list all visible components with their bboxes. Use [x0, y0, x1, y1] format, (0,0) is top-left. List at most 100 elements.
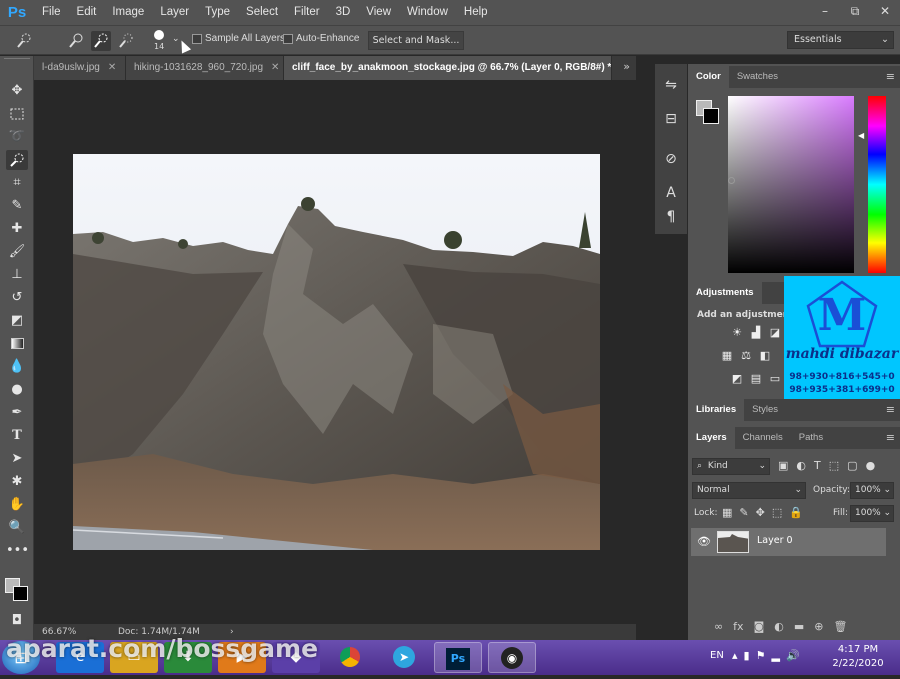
lock-position-icon[interactable]: ✥ [756, 506, 765, 519]
quick-mask-button[interactable]: ◘ [6, 611, 28, 631]
new-group-icon[interactable]: ▬ [794, 620, 804, 633]
menu-filter[interactable]: Filter [286, 0, 328, 25]
new-selection-button[interactable] [66, 31, 86, 51]
gradient-tool[interactable] [6, 334, 28, 354]
new-layer-icon[interactable]: ⊕ [814, 620, 823, 633]
background-color-swatch[interactable] [13, 586, 28, 601]
paragraph-panel-button[interactable]: ¶ [660, 206, 682, 228]
layer-row[interactable]: 👁 Layer 0 [691, 528, 886, 556]
marquee-tool[interactable] [6, 104, 28, 124]
more-tools[interactable]: ••• [6, 541, 29, 561]
layer-style-icon[interactable]: fx [733, 620, 743, 633]
shape-tool[interactable]: ✱ [6, 472, 28, 492]
menu-3d[interactable]: 3D [328, 0, 359, 25]
taskbar-chrome[interactable] [326, 642, 374, 673]
levels-icon[interactable]: ▟ [749, 326, 763, 340]
subtract-from-selection-button[interactable] [116, 31, 136, 51]
pen-tool[interactable]: ✒ [6, 403, 28, 423]
panel-menu-icon[interactable]: ≡ [886, 70, 895, 83]
clock-date[interactable]: 2/22/2020 [828, 658, 888, 669]
lock-pixels-icon[interactable]: ✎ [739, 506, 748, 519]
tab-channels[interactable]: Channels [735, 427, 791, 449]
panel-menu-icon[interactable]: ≡ [886, 431, 895, 444]
taskbar-telegram[interactable]: ➤ [380, 642, 428, 673]
auto-enhance-checkbox[interactable] [283, 34, 293, 44]
menu-view[interactable]: View [358, 0, 399, 25]
brush-size-picker[interactable]: 14 ⌄ [150, 28, 180, 54]
menu-window[interactable]: Window [399, 0, 456, 25]
properties-panel-button[interactable]: ⊟ [660, 108, 682, 130]
hue-saturation-icon[interactable]: ▦ [720, 349, 734, 363]
link-layers-icon[interactable]: ∞ [714, 620, 723, 633]
tab-adjustments[interactable]: Adjustments [688, 282, 762, 304]
type-tool[interactable]: T [6, 426, 28, 446]
fill-input[interactable]: 100% ⌄ [850, 505, 894, 522]
posterize-icon[interactable]: ▤ [749, 372, 763, 386]
eraser-tool[interactable]: ◩ [6, 311, 28, 331]
layer-mask-icon[interactable]: ◙ [754, 620, 765, 633]
menu-select[interactable]: Select [238, 0, 286, 25]
panel-menu-icon[interactable]: ≡ [886, 403, 895, 416]
path-selection-tool[interactable]: ➤ [6, 449, 28, 469]
smart-filter-icon[interactable]: ▢ [847, 459, 857, 472]
signal-icon[interactable]: ▂ [771, 649, 779, 662]
type-filter-icon[interactable]: T [814, 459, 821, 472]
close-button[interactable]: ✕ [870, 0, 900, 25]
crop-tool[interactable]: ⌗ [6, 173, 28, 193]
canvas-area[interactable] [34, 80, 636, 624]
restore-button[interactable]: ⧉ [840, 0, 870, 25]
tab-layers[interactable]: Layers [688, 427, 735, 449]
adjustment-filter-icon[interactable]: ◐ [796, 459, 806, 472]
curves-icon[interactable]: ◪ [768, 326, 782, 340]
character-panel-button[interactable]: A [660, 182, 682, 204]
brightness-contrast-icon[interactable]: ☀ [730, 326, 744, 340]
lock-transparent-icon[interactable]: ▦ [722, 506, 732, 519]
menu-type[interactable]: Type [197, 0, 238, 25]
clock-time[interactable]: 4:17 PM [828, 644, 888, 655]
eyedropper-tool[interactable]: ✎ [6, 196, 28, 216]
history-panel-button[interactable]: ⇋ [660, 74, 682, 96]
gradient-map-icon[interactable]: ▭ [768, 372, 782, 386]
tab-document-2[interactable]: hiking-1031628_960_720.jpg ✕ [126, 56, 284, 80]
tab-document-1[interactable]: l-da9uslw.jpg ✕ [34, 56, 126, 80]
tabs-overflow-icon[interactable]: » [623, 60, 630, 73]
trash-icon[interactable]: 🗑 [833, 620, 847, 633]
flag-icon[interactable]: ⚑ [756, 649, 766, 662]
tool-preset-picker[interactable] [14, 31, 34, 51]
invert-icon[interactable]: ◩ [730, 372, 744, 386]
language-indicator[interactable]: EN [710, 650, 724, 661]
tab-document-3-active[interactable]: cliff_face_by_anakmoon_stockage.jpg @ 66… [284, 56, 612, 80]
hand-tool[interactable]: ✋ [6, 495, 28, 515]
tray-expand-icon[interactable]: ▴ [732, 649, 738, 662]
eye-icon[interactable]: 👁 [697, 535, 711, 548]
lock-artboard-icon[interactable]: ⬚ [772, 506, 782, 519]
tab-libraries[interactable]: Libraries [688, 399, 745, 421]
color-balance-icon[interactable]: ⚖ [739, 349, 753, 363]
history-brush-tool[interactable]: ↺ [6, 288, 28, 308]
quick-selection-tool[interactable] [6, 150, 28, 170]
menu-help[interactable]: Help [456, 0, 496, 25]
brush-tool[interactable]: 🖌 [6, 242, 28, 262]
tab-styles[interactable]: Styles [744, 399, 786, 421]
move-tool[interactable]: ✥ [6, 81, 28, 101]
hue-slider[interactable] [868, 96, 886, 273]
tab-paths[interactable]: Paths [791, 427, 831, 449]
adjustment-layer-icon[interactable]: ◐ [774, 620, 784, 633]
tab-swatches[interactable]: Swatches [729, 66, 786, 88]
toolbar-collapse-icon[interactable] [4, 58, 30, 64]
zoom-tool[interactable]: 🔍 [6, 518, 28, 538]
lock-all-icon[interactable]: 🔒 [789, 506, 803, 519]
tab-color[interactable]: Color [688, 66, 729, 88]
brush-settings-button[interactable]: ⊘ [660, 148, 682, 170]
close-icon[interactable]: ✕ [271, 62, 279, 73]
clone-stamp-tool[interactable]: ⊥ [6, 265, 28, 285]
hue-slider-handle-icon[interactable]: ◀ [858, 131, 864, 140]
pixel-filter-icon[interactable]: ▣ [778, 459, 788, 472]
layer-name[interactable]: Layer 0 [757, 535, 793, 546]
opacity-input[interactable]: 100% ⌄ [850, 482, 894, 499]
color-picker-field[interactable] [728, 96, 854, 273]
color-swatches[interactable] [3, 566, 31, 602]
network-icon[interactable]: ▮ [744, 649, 750, 662]
blur-tool[interactable]: 💧 [6, 357, 28, 377]
filter-toggle-icon[interactable]: ● [866, 459, 876, 472]
